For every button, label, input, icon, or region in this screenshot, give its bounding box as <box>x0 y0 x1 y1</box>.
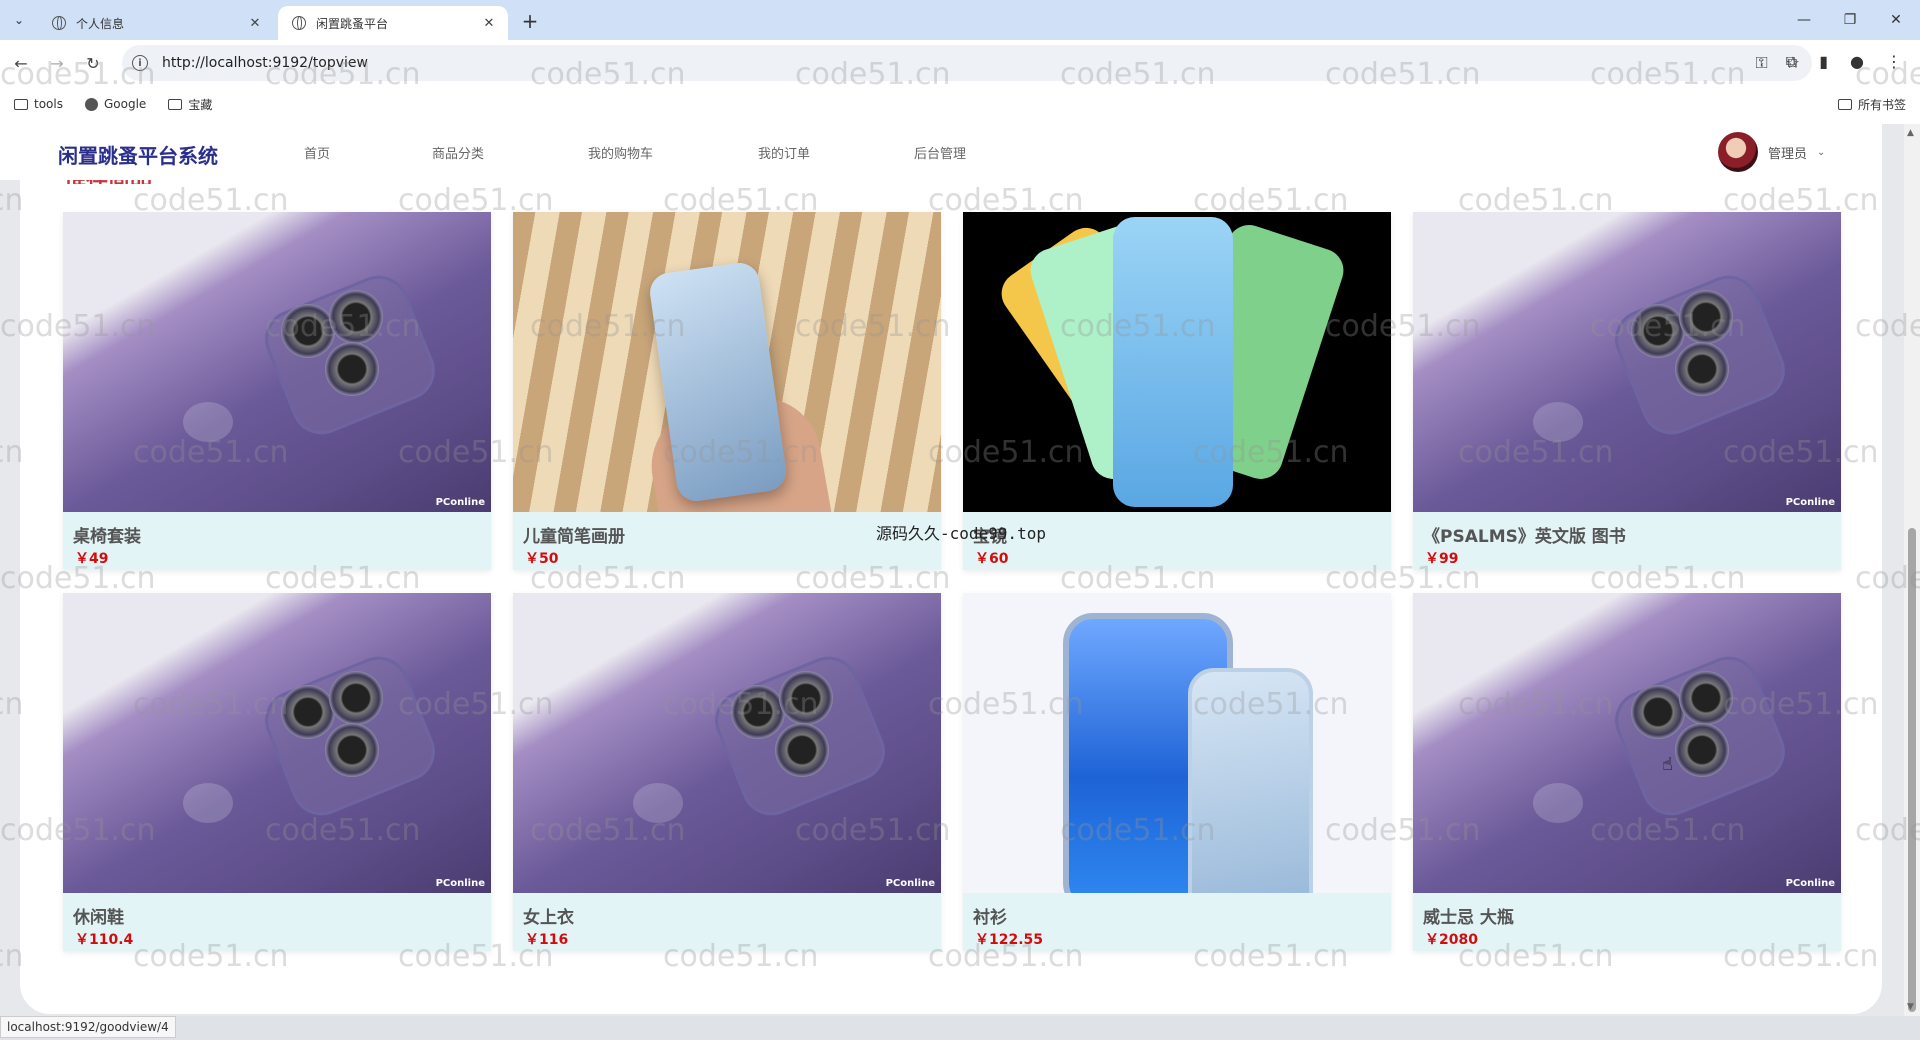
product-image: PConline <box>1413 593 1841 893</box>
product-price: ￥49 <box>75 551 109 567</box>
product-card[interactable]: PConline 休闲鞋 ￥110.4 <box>63 593 491 951</box>
close-icon[interactable]: ✕ <box>480 14 498 32</box>
product-card[interactable]: 衬衫 ￥122.55 <box>963 593 1391 951</box>
minimize-button[interactable]: — <box>1784 8 1824 32</box>
globe-icon <box>292 16 306 30</box>
product-card[interactable]: 宝镜 ￥60 <box>963 212 1391 570</box>
status-bar: localhost:9192/goodview/4 <box>0 1016 176 1038</box>
product-card[interactable]: 儿童简笔画册 ￥50 <box>513 212 941 570</box>
globe-icon <box>52 16 66 30</box>
tab-title: 闲置跳蚤平台 <box>316 16 389 31</box>
reload-icon[interactable]: ↻ <box>80 50 106 76</box>
tab-personal-info[interactable]: 个人信息 ✕ <box>38 6 274 40</box>
bookmark-tools[interactable]: tools <box>14 97 63 111</box>
extensions-icon[interactable]: ⧉ <box>1786 52 1797 72</box>
chevron-down-icon: ⌄ <box>1817 146 1826 158</box>
product-image: PConline <box>63 212 491 512</box>
browser-toolbar: ← → ↻ i http://localhost:9192/topview ⚿ … <box>0 40 1920 124</box>
scroll-up-icon[interactable]: ▲ <box>1907 128 1914 138</box>
product-name: 休闲鞋 <box>73 908 124 928</box>
all-bookmarks-label: 所有书签 <box>1857 98 1906 112</box>
hand-cursor-icon: ☝ <box>1662 754 1673 775</box>
restore-button[interactable]: ❐ <box>1830 8 1870 32</box>
sidepanel-icon[interactable]: ▮ <box>1819 52 1828 72</box>
google-icon <box>84 97 98 111</box>
profile-icon[interactable]: ● <box>1850 52 1864 72</box>
product-name: 《PSALMS》英文版 图书 <box>1423 527 1626 547</box>
bookmark-label: tools <box>34 97 63 111</box>
avatar[interactable] <box>1718 132 1758 172</box>
user-name: 管理员 <box>1768 146 1808 162</box>
product-price: ￥122.55 <box>975 932 1044 948</box>
product-price: ￥110.4 <box>75 932 134 948</box>
site-header: 闲置跳蚤平台系统 首页 商品分类 我的购物车 我的订单 后台管理 管理员 ⌄ <box>0 124 1880 180</box>
product-image <box>513 212 941 512</box>
nav-cart[interactable]: 我的购物车 <box>588 143 653 162</box>
product-name: 威士忌 大瓶 <box>1423 908 1514 928</box>
product-card[interactable]: PConline 威士忌 大瓶 ￥2080 <box>1413 593 1841 951</box>
user-menu[interactable]: 管理员 ⌄ <box>1718 132 1825 172</box>
product-card[interactable]: PConline 桌椅套装 ￥49 <box>63 212 491 570</box>
product-card[interactable]: PConline 《PSALMS》英文版 图书 ￥99 <box>1413 212 1841 570</box>
bookmarks-bar: tools Google 宝藏 所有书签 <box>0 88 1920 120</box>
address-bar[interactable]: i http://localhost:9192/topview ⚿ ☆ <box>122 45 1812 81</box>
folder-icon <box>1837 99 1852 110</box>
folder-icon <box>168 98 183 110</box>
scroll-down-icon[interactable]: ▼ <box>1907 1002 1914 1012</box>
bookmark-treasure[interactable]: 宝藏 <box>168 96 212 113</box>
overlay-text: 源码久久-code99.top <box>876 524 1046 543</box>
site-brand[interactable]: 闲置跳蚤平台系统 <box>58 140 218 169</box>
product-price: ￥60 <box>975 551 1009 567</box>
nav-categories[interactable]: 商品分类 <box>432 143 484 162</box>
nav-home[interactable]: 首页 <box>304 143 330 162</box>
browser-tabstrip: ⌄ 个人信息 ✕ 闲置跳蚤平台 ✕ + — ❐ ✕ <box>0 0 1920 40</box>
key-icon[interactable]: ⚿ <box>1755 53 1767 73</box>
scrollbar-thumb[interactable] <box>1908 528 1916 1012</box>
tab-title: 个人信息 <box>76 16 125 31</box>
product-image: PConline <box>513 593 941 893</box>
product-image: PConline <box>63 593 491 893</box>
tab-flea-market[interactable]: 闲置跳蚤平台 ✕ <box>278 6 508 40</box>
url-text[interactable]: http://localhost:9192/topview <box>162 55 368 71</box>
new-tab-button[interactable]: + <box>518 9 542 33</box>
tab-search-icon[interactable]: ⌄ <box>8 9 30 31</box>
product-price: ￥2080 <box>1425 932 1478 948</box>
all-bookmarks[interactable]: 所有书签 <box>1837 96 1906 113</box>
folder-icon <box>14 98 28 110</box>
product-card[interactable]: PConline 女上衣 ￥116 <box>513 593 941 951</box>
back-icon[interactable]: ← <box>8 50 34 76</box>
nav-admin[interactable]: 后台管理 <box>914 143 966 162</box>
close-window-button[interactable]: ✕ <box>1876 8 1916 32</box>
product-price: ￥50 <box>525 551 559 567</box>
menu-icon[interactable]: ⋮ <box>1886 52 1902 72</box>
close-icon[interactable]: ✕ <box>246 14 264 32</box>
product-price: ￥116 <box>525 932 569 948</box>
bookmark-google[interactable]: Google <box>84 97 147 111</box>
product-name: 衬衫 <box>973 908 1007 928</box>
forward-icon[interactable]: → <box>44 50 70 76</box>
product-name: 儿童简笔画册 <box>523 527 625 547</box>
bookmark-label: 宝藏 <box>188 97 213 112</box>
product-name: 桌椅套装 <box>73 527 141 547</box>
page-viewport: 闲置跳蚤平台系统 首页 商品分类 我的购物车 我的订单 后台管理 管理员 ⌄ 推… <box>0 124 1920 1016</box>
product-image <box>963 593 1391 893</box>
product-image: PConline <box>1413 212 1841 512</box>
product-image <box>963 212 1391 512</box>
scrollbar[interactable]: ▲ ▼ <box>1904 124 1920 1016</box>
product-price: ￥99 <box>1425 551 1459 567</box>
product-name: 女上衣 <box>523 908 574 928</box>
info-icon[interactable]: i <box>132 55 148 71</box>
nav-orders[interactable]: 我的订单 <box>758 143 810 162</box>
bookmark-label: Google <box>103 97 147 111</box>
